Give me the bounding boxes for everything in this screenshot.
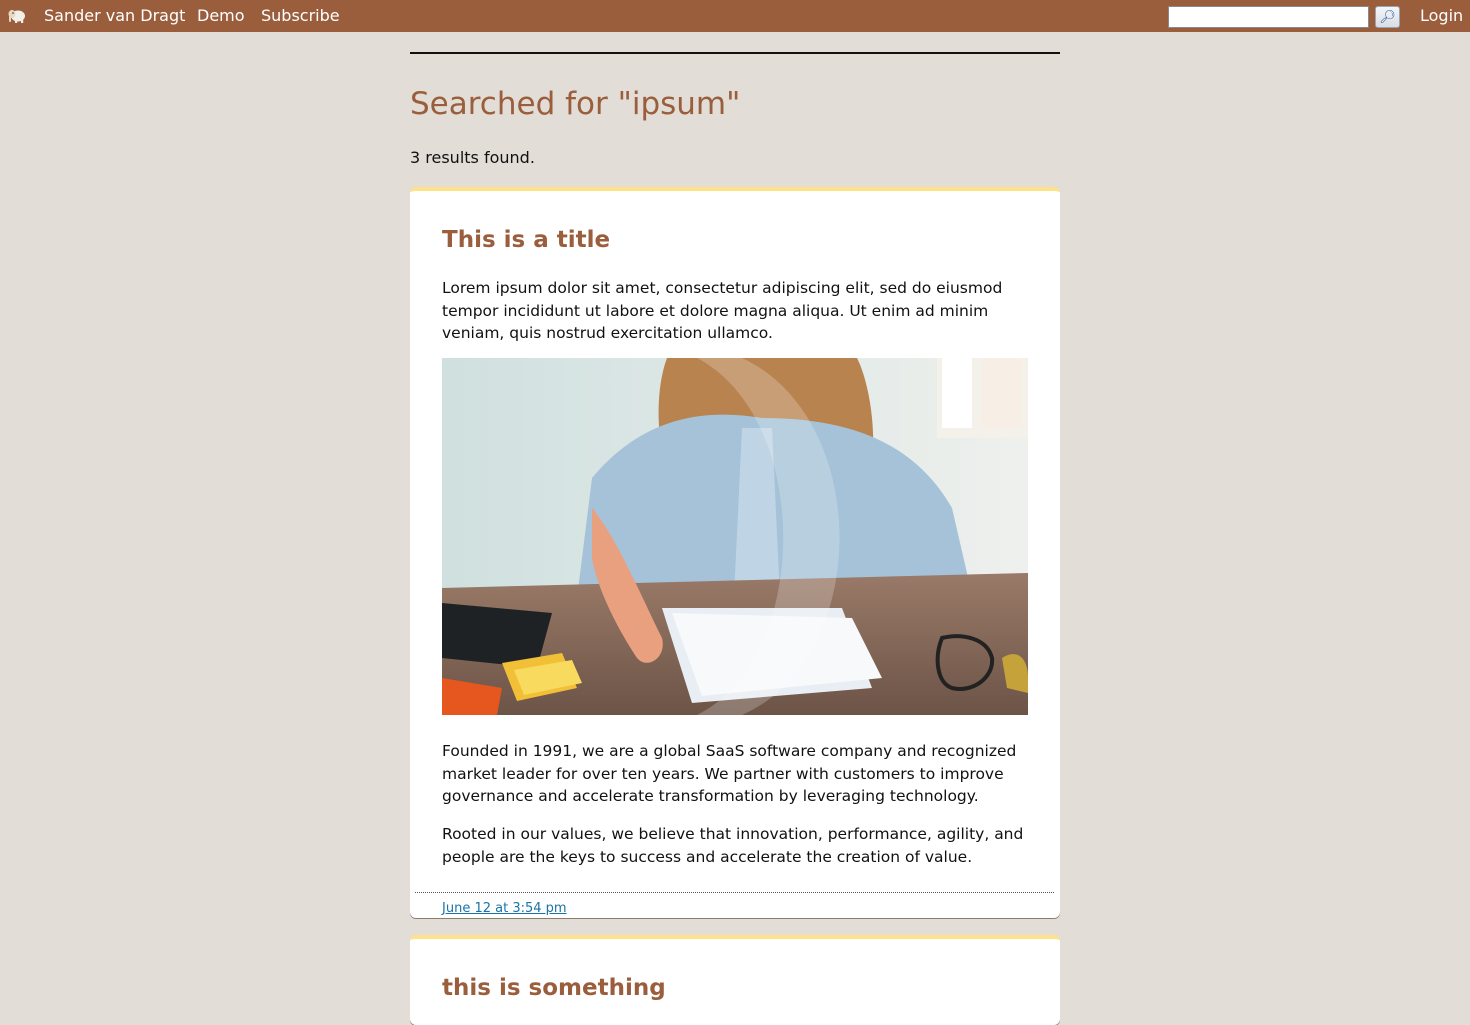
search-button[interactable]: 🔎︎	[1375, 6, 1400, 28]
nav-link-site-name[interactable]: Sander van Dragt	[44, 7, 185, 25]
card-footer-divider	[415, 892, 1054, 893]
result-paragraph: Rooted in our values, we believe that in…	[442, 825, 1024, 866]
login-link[interactable]: Login	[1420, 7, 1463, 25]
result-title[interactable]: this is something	[442, 975, 666, 1001]
result-image	[442, 358, 1028, 715]
header-divider	[410, 52, 1060, 54]
search-result-card: This is a title Lorem ipsum dolor sit am…	[410, 187, 1060, 918]
result-title[interactable]: This is a title	[442, 227, 610, 253]
result-paragraph: Founded in 1991, we are a global SaaS so…	[442, 742, 1017, 805]
result-intro: Lorem ipsum dolor sit amet, consectetur …	[442, 279, 1003, 342]
result-date-link[interactable]: June 12 at 3:54 pm	[442, 901, 567, 916]
results-count: 3 results found.	[410, 148, 535, 167]
search-result-card: this is something	[410, 935, 1060, 1025]
magnifier-icon: 🔎︎	[1379, 9, 1396, 25]
search-input[interactable]	[1168, 6, 1369, 28]
page-title: Searched for "ipsum"	[410, 86, 741, 122]
elephant-icon[interactable]	[8, 8, 26, 24]
nav-link-demo[interactable]: Demo	[197, 7, 245, 25]
top-navigation-bar: Sander van Dragt Demo Subscribe 🔎︎ Login	[0, 0, 1470, 32]
nav-link-subscribe[interactable]: Subscribe	[261, 7, 340, 25]
